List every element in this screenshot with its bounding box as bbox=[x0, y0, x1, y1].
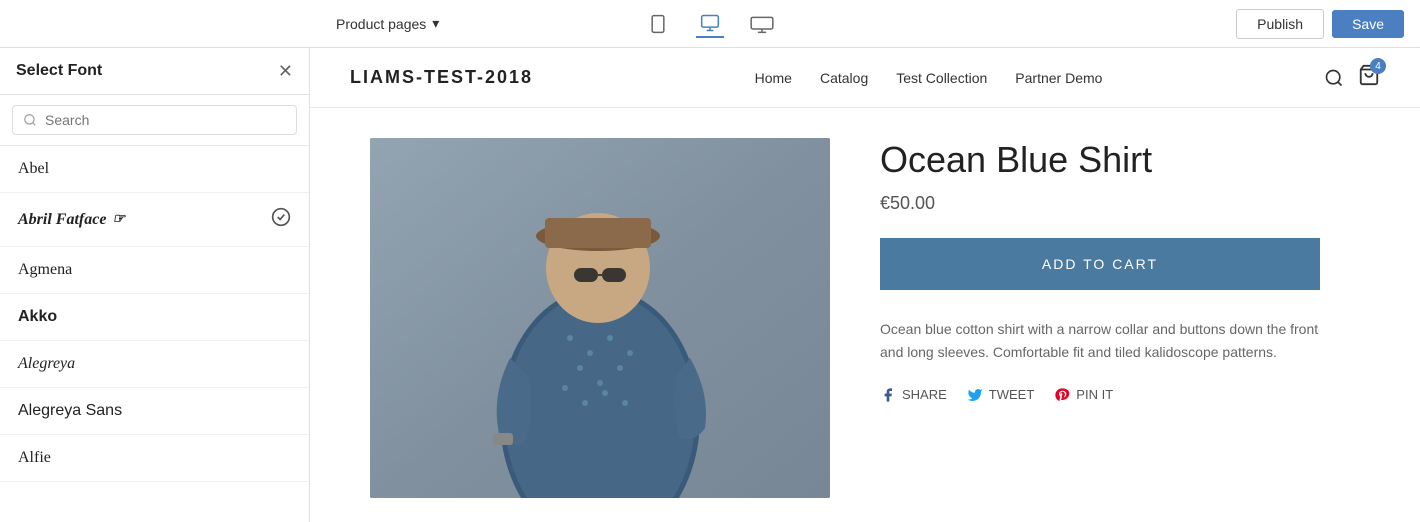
product-price: €50.00 bbox=[880, 193, 1360, 214]
top-bar-left: Product pages ▾ bbox=[336, 15, 439, 32]
cart-icon[interactable]: 4 bbox=[1358, 64, 1380, 91]
font-label: Abel bbox=[18, 160, 49, 178]
facebook-label: SHARE bbox=[902, 387, 947, 402]
publish-button[interactable]: Publish bbox=[1236, 9, 1324, 39]
font-item-alfie[interactable]: Alfie bbox=[0, 435, 309, 482]
store-logo: LIAMS-TEST-2018 bbox=[350, 67, 533, 88]
nav-partner-demo[interactable]: Partner Demo bbox=[1015, 70, 1102, 86]
font-list: Abel Abril Fatface ☞ Agmena bbox=[0, 146, 309, 522]
save-button[interactable]: Save bbox=[1332, 10, 1404, 38]
store-actions: 4 bbox=[1324, 64, 1380, 91]
tablet-icon[interactable] bbox=[644, 10, 672, 38]
font-item-agmena[interactable]: Agmena bbox=[0, 247, 309, 294]
store-header: LIAMS-TEST-2018 Home Catalog Test Collec… bbox=[310, 48, 1420, 108]
twitter-share[interactable]: TWEET bbox=[967, 387, 1035, 403]
font-label: Alegreya Sans bbox=[18, 402, 122, 420]
widescreen-icon[interactable] bbox=[748, 10, 776, 38]
font-item-alegreya[interactable]: Alegreya bbox=[0, 341, 309, 388]
desktop-icon[interactable] bbox=[696, 10, 724, 38]
add-to-cart-button[interactable]: ADD TO CART bbox=[880, 238, 1320, 290]
search-store-icon[interactable] bbox=[1324, 68, 1344, 88]
product-info: Ocean Blue Shirt €50.00 ADD TO CART Ocea… bbox=[880, 138, 1360, 498]
product-description: Ocean blue cotton shirt with a narrow co… bbox=[880, 318, 1320, 363]
twitter-icon bbox=[967, 387, 983, 403]
preview-area: LIAMS-TEST-2018 Home Catalog Test Collec… bbox=[310, 48, 1420, 522]
search-input-wrapper bbox=[12, 105, 297, 135]
product-name: Ocean Blue Shirt bbox=[880, 138, 1360, 181]
sidebar-header: Select Font ✕ bbox=[0, 48, 309, 95]
product-image bbox=[370, 138, 830, 498]
facebook-share[interactable]: SHARE bbox=[880, 387, 947, 403]
check-icon bbox=[271, 207, 291, 232]
nav-home[interactable]: Home bbox=[755, 70, 792, 86]
top-bar-center bbox=[644, 10, 776, 38]
twitter-label: TWEET bbox=[989, 387, 1035, 402]
sidebar-title: Select Font bbox=[16, 62, 102, 80]
font-item-alegreya-sans[interactable]: Alegreya Sans bbox=[0, 388, 309, 435]
pinterest-icon bbox=[1054, 387, 1070, 403]
page-dropdown[interactable]: Product pages ▾ bbox=[336, 15, 439, 32]
font-label: Abril Fatface bbox=[18, 211, 106, 229]
font-item-abril-fatface[interactable]: Abril Fatface ☞ bbox=[0, 193, 309, 247]
pinterest-label: PIN IT bbox=[1076, 387, 1113, 402]
pinterest-share[interactable]: PIN IT bbox=[1054, 387, 1113, 403]
font-sidebar: Select Font ✕ Abel Abril Fatface ☞ bbox=[0, 48, 310, 522]
social-share: SHARE TWEET PIN IT bbox=[880, 387, 1360, 403]
search-box bbox=[0, 95, 309, 146]
top-bar-right: Publish Save bbox=[1236, 9, 1404, 39]
nav-catalog[interactable]: Catalog bbox=[820, 70, 868, 86]
font-label: Akko bbox=[18, 308, 57, 326]
page-dropdown-label: Product pages bbox=[336, 16, 426, 32]
product-section: Ocean Blue Shirt €50.00 ADD TO CART Ocea… bbox=[310, 108, 1420, 522]
chevron-down-icon: ▾ bbox=[432, 15, 439, 32]
search-input[interactable] bbox=[45, 112, 286, 128]
cursor-icon: ☞ bbox=[112, 211, 125, 228]
font-label: Agmena bbox=[18, 261, 72, 279]
product-image-svg bbox=[370, 138, 830, 498]
cart-badge: 4 bbox=[1370, 58, 1386, 74]
facebook-icon bbox=[880, 387, 896, 403]
top-bar: Product pages ▾ Publish Save bbox=[0, 0, 1420, 48]
font-label: Alfie bbox=[18, 449, 51, 467]
font-item-akko[interactable]: Akko bbox=[0, 294, 309, 341]
font-label: Alegreya bbox=[18, 355, 75, 373]
search-icon bbox=[23, 113, 37, 127]
font-item-abel[interactable]: Abel bbox=[0, 146, 309, 193]
store-nav: Home Catalog Test Collection Partner Dem… bbox=[755, 70, 1103, 86]
nav-test-collection[interactable]: Test Collection bbox=[896, 70, 987, 86]
main-content: Select Font ✕ Abel Abril Fatface ☞ bbox=[0, 48, 1420, 522]
close-icon[interactable]: ✕ bbox=[278, 62, 293, 80]
